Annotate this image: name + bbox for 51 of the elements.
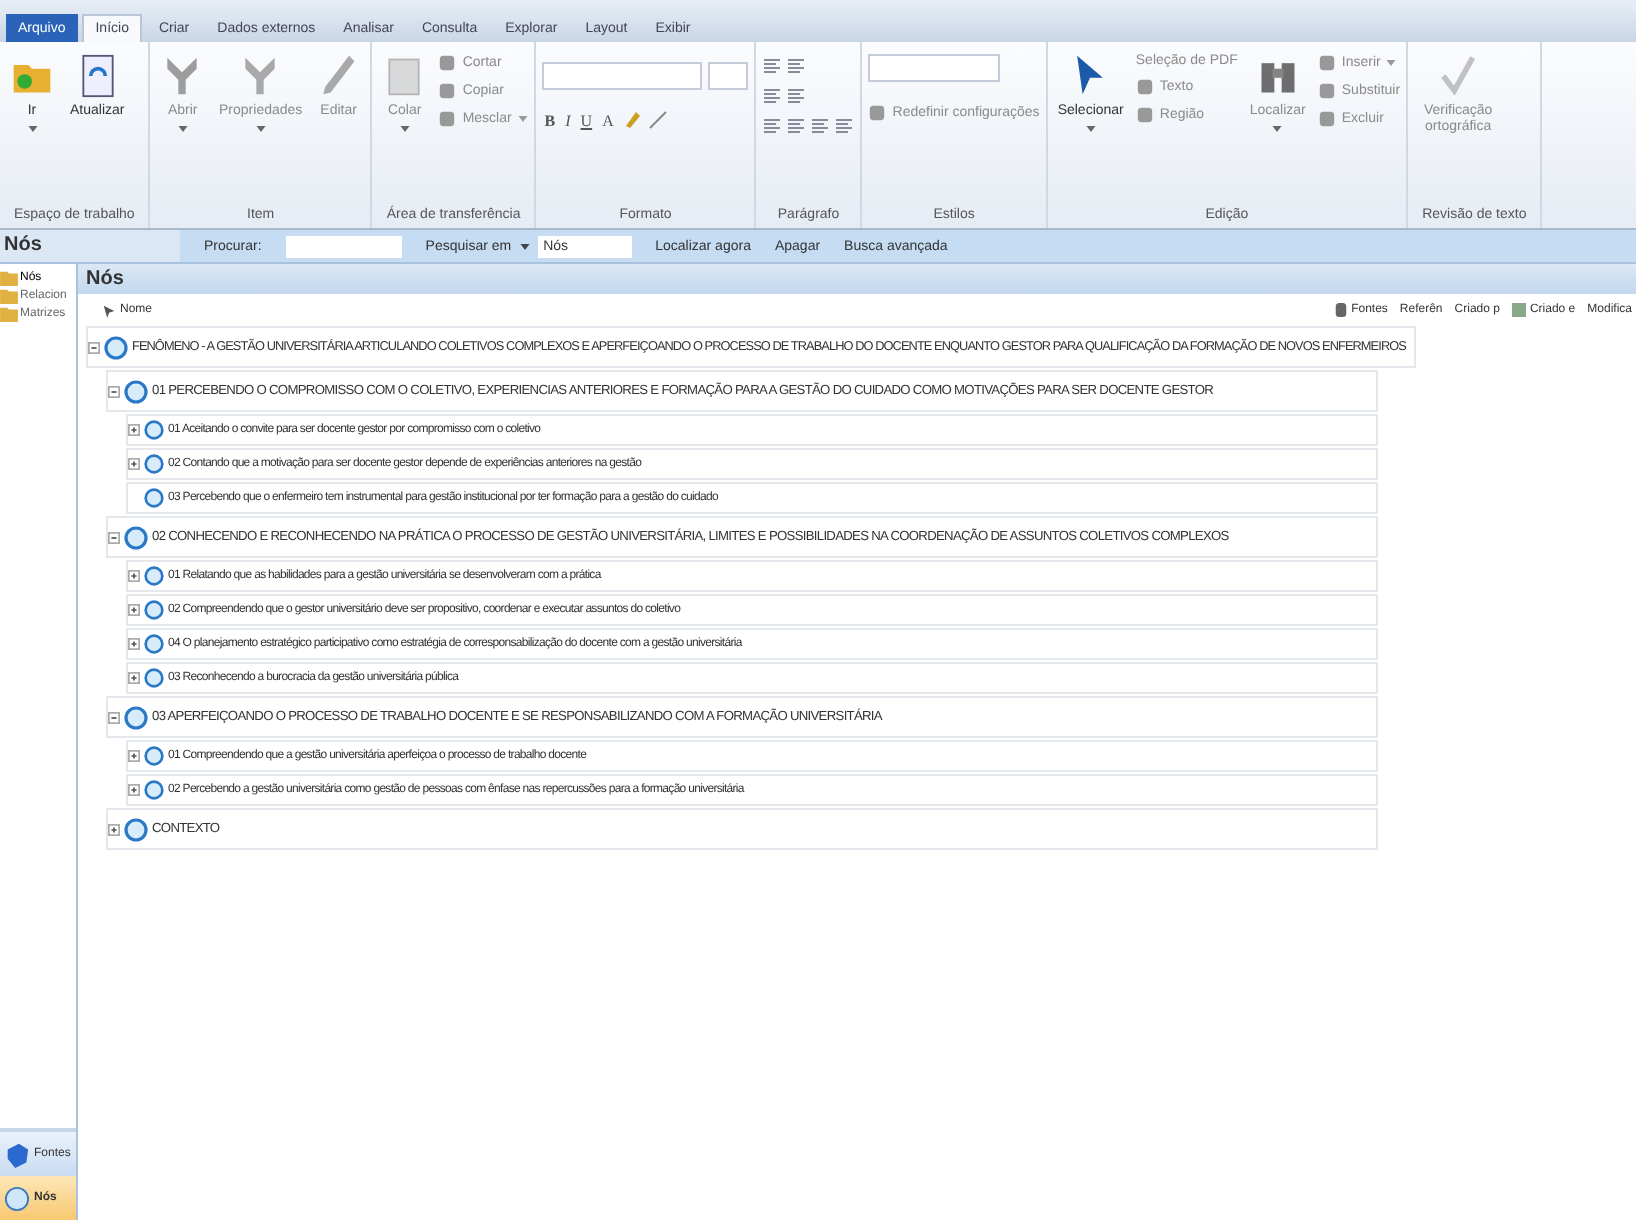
node-icon <box>144 420 164 440</box>
node-icon <box>124 379 148 403</box>
node-icon <box>144 634 164 654</box>
checkmark-icon <box>1436 54 1481 98</box>
expand-icon[interactable] <box>128 672 140 684</box>
format-button[interactable]: U <box>578 111 595 129</box>
expand-icon[interactable] <box>128 604 140 616</box>
font-field[interactable] <box>542 62 703 90</box>
expand-icon[interactable] <box>128 784 140 796</box>
format-button[interactable]: A <box>600 111 616 129</box>
highlighter-icon <box>621 110 642 130</box>
list-title: Nós <box>78 264 1636 294</box>
find-field[interactable] <box>285 235 402 257</box>
expand-icon[interactable] <box>128 424 140 436</box>
panel-title: Nós <box>0 230 180 262</box>
circle-icon <box>4 1185 30 1211</box>
node-icon <box>144 566 164 586</box>
expand-icon[interactable] <box>108 823 120 835</box>
paragraph-icon[interactable] <box>762 116 783 136</box>
node-icon <box>104 335 128 359</box>
paragraph-icon[interactable] <box>786 116 807 136</box>
node-icon <box>144 488 164 508</box>
collapse-icon[interactable] <box>108 531 120 543</box>
paragraph-icon[interactable] <box>762 56 783 76</box>
table-icon <box>1511 302 1526 318</box>
paragraph-icon[interactable] <box>786 86 807 106</box>
paragraph-icon[interactable] <box>762 86 783 106</box>
style-field[interactable] <box>868 54 1001 82</box>
expand-icon[interactable] <box>128 750 140 762</box>
collapse-icon[interactable] <box>108 385 120 397</box>
node-icon <box>144 454 164 474</box>
node-icon <box>124 705 148 729</box>
expand-icon[interactable] <box>128 458 140 470</box>
format-button[interactable]: I <box>563 111 573 129</box>
line-icon <box>647 110 668 130</box>
node-icon <box>144 746 164 766</box>
paragraph-icon[interactable] <box>810 116 831 136</box>
expand-icon[interactable] <box>128 570 140 582</box>
paragraph-icon[interactable] <box>834 116 855 136</box>
font-size-field[interactable] <box>708 62 749 90</box>
caret-icon <box>519 243 530 249</box>
node-icon <box>124 817 148 841</box>
node-icon <box>144 600 164 620</box>
node-icon <box>144 780 164 800</box>
expand-icon[interactable] <box>128 638 140 650</box>
node-icon <box>124 525 148 549</box>
paragraph-icon[interactable] <box>786 56 807 76</box>
node-icon <box>144 668 164 688</box>
collapse-icon[interactable] <box>108 711 120 723</box>
collapse-icon[interactable] <box>88 341 100 353</box>
format-button[interactable]: B <box>542 111 558 129</box>
